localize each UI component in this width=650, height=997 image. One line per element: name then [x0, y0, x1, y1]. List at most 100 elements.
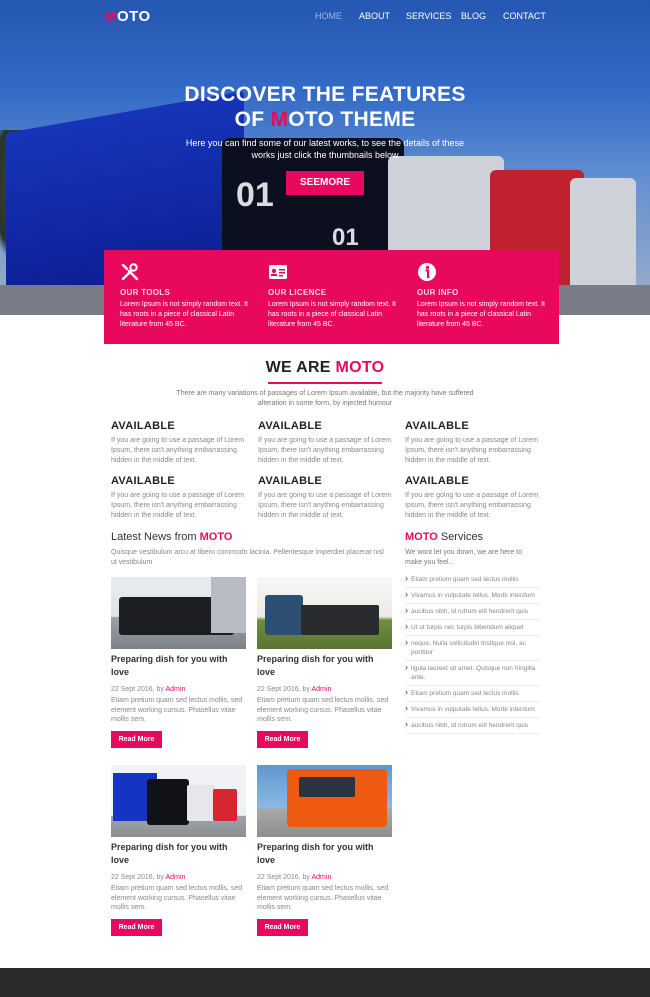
post-thumbnail[interactable]: [257, 577, 392, 649]
post-meta: 22 Sept 2016, by Admin: [257, 686, 393, 693]
post-date: 22 Sept 2016, by: [111, 874, 166, 881]
read-more-button[interactable]: Read More: [111, 919, 162, 936]
about-title-underline: [268, 382, 382, 384]
nav-home[interactable]: HOME: [315, 11, 342, 21]
services-list-item[interactable]: Etiam pretium quam sed lectus mollis: [405, 686, 540, 702]
available-desc: If you are going to use a passage of Lor…: [258, 492, 392, 519]
post-thumbnail[interactable]: [111, 765, 246, 837]
feature-title: OUR TOOLS: [120, 288, 171, 297]
news-heading-highlight: MOTO: [199, 531, 233, 543]
hero-title-line2: OF MOTO THEME: [0, 107, 650, 132]
post-excerpt: Etiam pretium quam sed lectus mollis, se…: [111, 885, 243, 911]
services-subtitle: We wont let you down, we are here to mak…: [405, 549, 522, 566]
available-title: AVAILABLE: [258, 475, 323, 487]
hero-title-line1: DISCOVER THE FEATURES: [184, 83, 466, 106]
available-title: AVAILABLE: [111, 475, 176, 487]
post-thumbnail[interactable]: [111, 577, 246, 649]
available-title: AVAILABLE: [258, 420, 323, 432]
available-block: AVAILABLE If you are going to use a pass…: [258, 475, 393, 521]
nav-services[interactable]: SERVICES: [406, 11, 451, 21]
post-excerpt: Etiam pretium quam sed lectus mollis, se…: [257, 885, 389, 911]
read-more-button[interactable]: Read More: [257, 731, 308, 748]
seemore-button[interactable]: SEEMORE: [286, 171, 364, 195]
top-nav: MOTO HOME ABOUT SERVICES BLOG CONTACT: [0, 0, 650, 34]
post-thumbnail[interactable]: [257, 765, 392, 837]
feature-licence: OUR LICENCE Lorem Ipsum is not simply ra…: [268, 262, 398, 330]
post-date: 22 Sept 2016, by: [257, 874, 312, 881]
logo-text: OTO: [117, 8, 151, 25]
hero-title-of: OF: [234, 108, 271, 131]
post-meta: 22 Sept 2016, by Admin: [111, 686, 247, 693]
services-list-item[interactable]: ligula laoreet sit amet. Quisque non fri…: [405, 661, 540, 686]
post-author-link[interactable]: Admin: [166, 874, 186, 881]
licence-card-icon: [269, 265, 287, 279]
available-block: AVAILABLE If you are going to use a pass…: [405, 420, 540, 466]
post-meta: 22 Sept 2016, by Admin: [257, 874, 393, 881]
available-block: AVAILABLE If you are going to use a pass…: [111, 475, 246, 521]
available-block: AVAILABLE If you are going to use a pass…: [405, 475, 540, 521]
services-list-item[interactable]: Etiam pretium quam sed lectus mollis: [405, 572, 540, 588]
post-date: 22 Sept 2016, by: [111, 686, 166, 693]
available-desc: If you are going to use a passage of Lor…: [405, 492, 539, 519]
available-block: AVAILABLE If you are going to use a pass…: [258, 420, 393, 466]
logo-letter-m: M: [104, 8, 117, 25]
read-more-button[interactable]: Read More: [111, 731, 162, 748]
hero-subtitle: Here you can find some of our latest wor…: [185, 138, 465, 160]
post-author-link[interactable]: Admin: [312, 686, 332, 693]
services-list-item[interactable]: Ut ut turpis nec turpis bibendum aliquet: [405, 620, 540, 636]
available-block: AVAILABLE If you are going to use a pass…: [111, 420, 246, 466]
footer: [0, 968, 650, 997]
about-title-highlight: MOTO: [335, 359, 385, 376]
site-logo[interactable]: MOTO: [104, 8, 151, 25]
available-title: AVAILABLE: [111, 420, 176, 432]
nav-blog[interactable]: BLOG: [461, 11, 486, 21]
feature-desc: Lorem Ipsum is not simply random text. I…: [268, 301, 396, 328]
post-date: 22 Sept 2016, by: [257, 686, 312, 693]
features-box: OUR TOOLS Lorem Ipsum is not simply rand…: [104, 250, 559, 344]
post-title[interactable]: Preparing dish for you with love: [111, 841, 247, 867]
feature-tools: OUR TOOLS Lorem Ipsum is not simply rand…: [120, 262, 250, 330]
about-title: WE ARE MOTO: [0, 359, 650, 377]
available-desc: If you are going to use a passage of Lor…: [111, 492, 245, 519]
services-list-item[interactable]: aucibus nibh, id rutrum elit hendrerit q…: [405, 718, 540, 734]
read-more-button[interactable]: Read More: [257, 919, 308, 936]
services-list-item[interactable]: Vivamus in vulputate tellus. Morbi inter…: [405, 702, 540, 718]
post-author-link[interactable]: Admin: [312, 874, 332, 881]
post-meta: 22 Sept 2016, by Admin: [111, 874, 247, 881]
available-desc: If you are going to use a passage of Lor…: [111, 437, 245, 464]
services-list-item[interactable]: aucibus nibh, id rutrum elit hendrerit q…: [405, 604, 540, 620]
post-title[interactable]: Preparing dish for you with love: [257, 653, 393, 679]
nav-contact[interactable]: CONTACT: [503, 11, 546, 21]
post-title[interactable]: Preparing dish for you with love: [257, 841, 393, 867]
feature-desc: Lorem Ipsum is not simply random text. I…: [417, 301, 545, 328]
available-title: AVAILABLE: [405, 475, 470, 487]
services-heading-highlight: MOTO: [405, 531, 438, 543]
about-title-pre: WE ARE: [265, 359, 336, 376]
feature-info: OUR INFO Lorem Ipsum is not simply rando…: [417, 262, 547, 330]
news-subtitle: Quisque vestibulum arcu at libero commod…: [111, 549, 384, 566]
services-list: Etiam pretium quam sed lectus mollis Viv…: [405, 572, 540, 734]
hero-title-m: M: [270, 108, 289, 131]
available-desc: If you are going to use a passage of Lor…: [405, 437, 539, 464]
news-post: Preparing dish for you with love 22 Sept…: [257, 765, 393, 936]
feature-title: OUR INFO: [417, 288, 459, 297]
news-heading-pre: Latest News from: [111, 531, 200, 543]
hero-title-rest: OTO THEME: [288, 108, 416, 131]
post-title[interactable]: Preparing dish for you with love: [111, 653, 247, 679]
available-title: AVAILABLE: [405, 420, 470, 432]
news-heading: Latest News from MOTO: [111, 531, 232, 543]
tools-icon: [121, 263, 139, 281]
about-desc: There are many variations of passages of…: [176, 390, 474, 407]
nav-about[interactable]: ABOUT: [359, 11, 390, 21]
feature-desc: Lorem Ipsum is not simply random text. I…: [120, 301, 248, 328]
post-author-link[interactable]: Admin: [166, 686, 186, 693]
news-post: Preparing dish for you with love 22 Sept…: [257, 577, 393, 748]
services-list-item[interactable]: neque. Nulla sollicitudin tristique nisl…: [405, 636, 540, 661]
post-excerpt: Etiam pretium quam sed lectus mollis, se…: [257, 697, 389, 723]
news-post: Preparing dish for you with love 22 Sept…: [111, 765, 247, 936]
services-heading-post: Services: [437, 531, 484, 543]
services-list-item[interactable]: Vivamus in vulputate tellus. Morbi inter…: [405, 588, 540, 604]
info-icon: [418, 263, 436, 281]
news-post: Preparing dish for you with love 22 Sept…: [111, 577, 247, 748]
hero-title: DISCOVER THE FEATURES OF MOTO THEME: [0, 82, 650, 132]
